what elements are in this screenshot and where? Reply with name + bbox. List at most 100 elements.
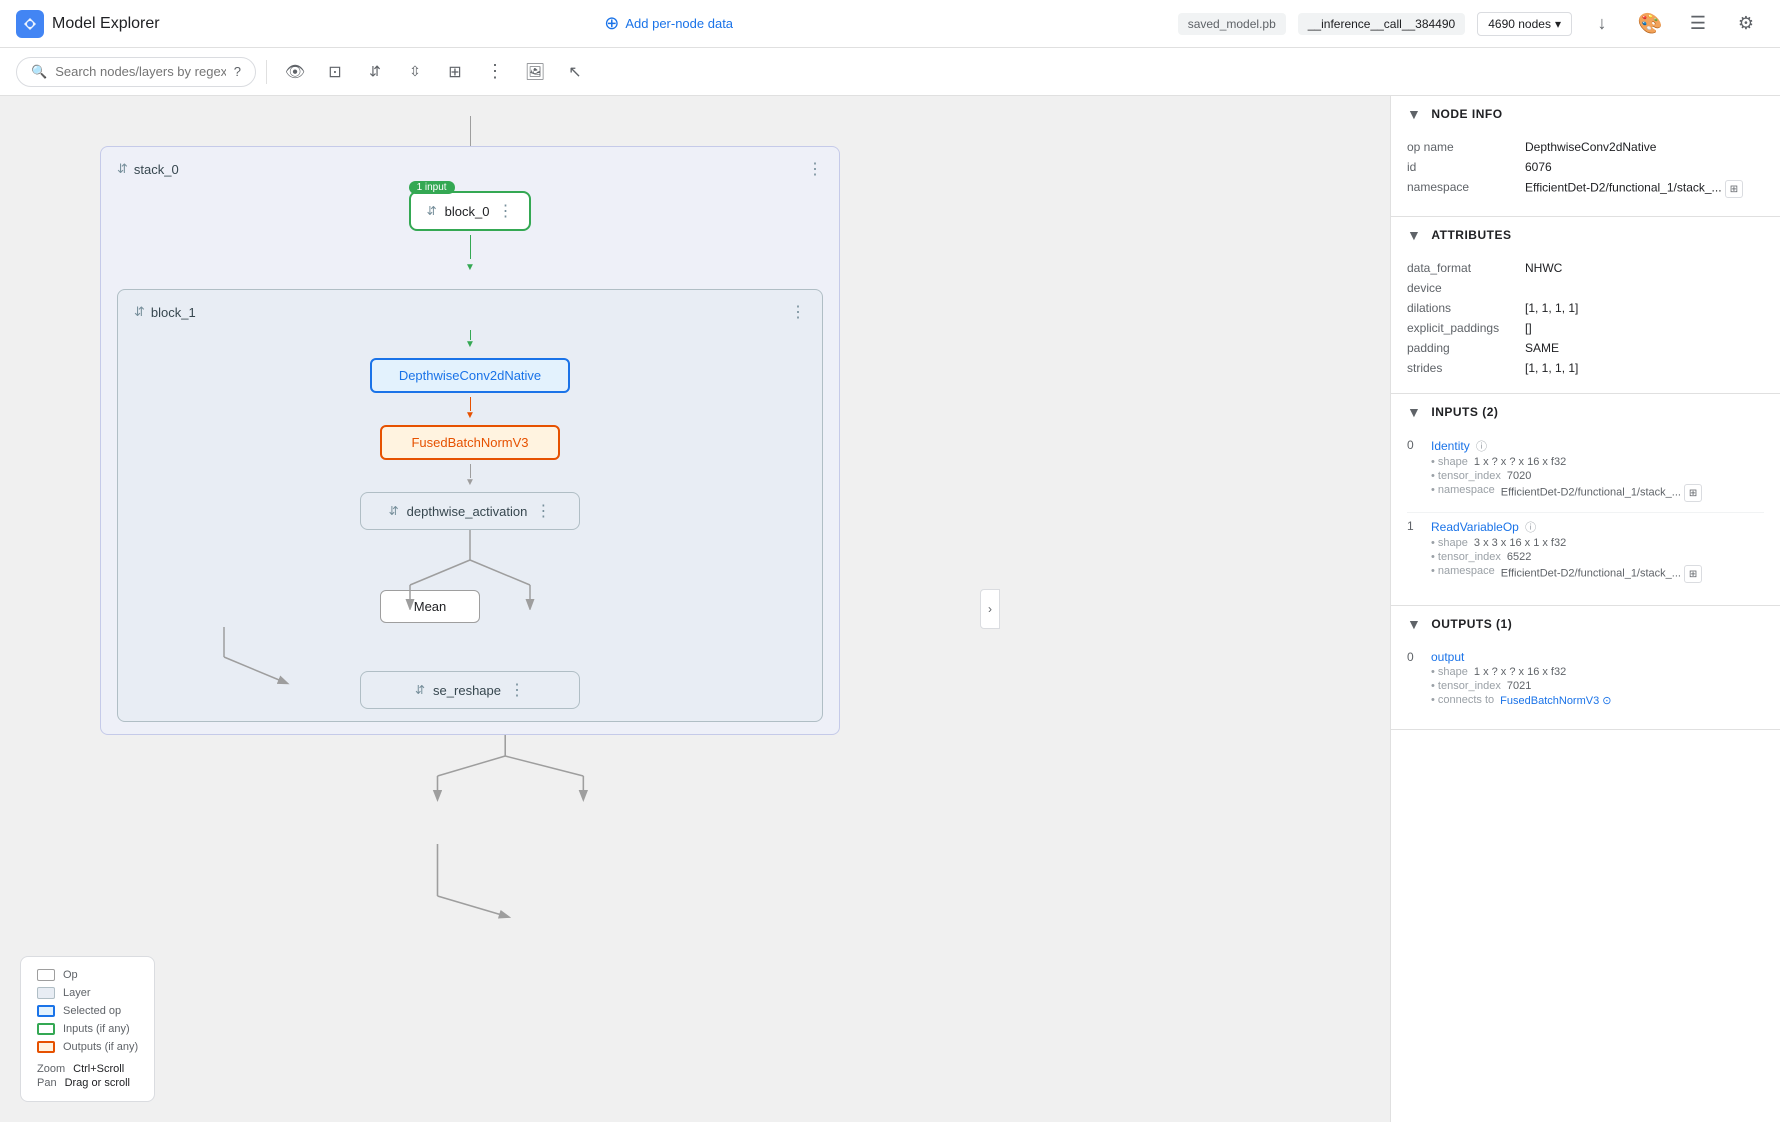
se-reshape-more-icon[interactable]: ⋮ bbox=[509, 680, 525, 700]
attribute-row: explicit_paddings[] bbox=[1407, 321, 1764, 335]
attribute-row: device bbox=[1407, 281, 1764, 295]
node-info-section: ▼ NODE INFO op name DepthwiseConv2dNativ… bbox=[1391, 96, 1780, 217]
node-info-header[interactable]: ▼ NODE INFO bbox=[1391, 96, 1780, 132]
top-connector bbox=[100, 116, 840, 146]
settings-button[interactable]: ⚙ bbox=[1728, 6, 1764, 42]
output-tensor-label: • tensor_index bbox=[1431, 680, 1501, 692]
help-icon[interactable]: ? bbox=[234, 64, 241, 79]
layers-icon: ⊞ bbox=[448, 62, 461, 82]
inference-call-select[interactable]: __inference__call__384490 bbox=[1298, 13, 1465, 35]
inputs-header[interactable]: ▼ INPUTS (2) bbox=[1391, 394, 1780, 430]
output-connects-value[interactable]: FusedBatchNormV3 ⊙ bbox=[1500, 694, 1611, 707]
stack-0-container: ⇵ stack_0 ⋮ 1 input ⇵ block_0 ⋮ bbox=[100, 146, 840, 735]
outputs-header[interactable]: ▼ OUTPUTS (1) bbox=[1391, 606, 1780, 642]
search-icon: 🔍 bbox=[31, 64, 47, 80]
stack-0-expand-icon[interactable]: ⇵ bbox=[117, 161, 128, 177]
attributes-body: data_formatNHWCdevicedilations[1, 1, 1, … bbox=[1391, 253, 1780, 393]
inference-call-label: __inference__call__384490 bbox=[1308, 17, 1455, 31]
attributes-chevron: ▼ bbox=[1407, 227, 1421, 243]
output-shape-row: • shape 1 x ? x ? x 16 x f32 bbox=[1431, 666, 1764, 678]
inputs-title: INPUTS (2) bbox=[1431, 405, 1498, 419]
attribute-row: data_formatNHWC bbox=[1407, 261, 1764, 275]
input-ns-expand-btn[interactable]: ⊞ bbox=[1684, 565, 1702, 583]
op-name-row: op name DepthwiseConv2dNative bbox=[1407, 140, 1764, 154]
legend-layer-label: Layer bbox=[63, 987, 91, 999]
legend-inputs: Inputs (if any) bbox=[37, 1023, 138, 1035]
outputs-chevron: ▼ bbox=[1407, 616, 1421, 632]
attr-value: [] bbox=[1525, 321, 1532, 335]
list-button[interactable]: ☰ bbox=[1680, 6, 1716, 42]
visibility-toggle[interactable]: 👁 bbox=[277, 54, 313, 90]
input-index-row: 0 Identity ⓘ bbox=[1407, 438, 1764, 454]
namespace-value: EfficientDet-D2/functional_1/stack_... ⊞ bbox=[1525, 180, 1743, 198]
zoom-row: Zoom Ctrl+Scroll bbox=[37, 1063, 138, 1075]
header: Model Explorer ⊕ Add per-node data saved… bbox=[0, 0, 1780, 48]
align-button[interactable]: ⋮ bbox=[477, 54, 513, 90]
frame-button[interactable]: ⊡ bbox=[317, 54, 353, 90]
image-button[interactable]: 🖼 bbox=[517, 54, 553, 90]
align-icon: ⋮ bbox=[486, 61, 504, 82]
panel-toggle-button[interactable]: › bbox=[980, 589, 1000, 629]
node-info-chevron: ▼ bbox=[1407, 106, 1421, 122]
collapse-all-button[interactable]: ⇳ bbox=[397, 54, 433, 90]
toolbar: 🔍 ? 👁 ⊡ ⇵ ⇳ ⊞ ⋮ 🖼 ↖ bbox=[0, 48, 1780, 96]
output-connects-label: • connects to bbox=[1431, 694, 1494, 707]
id-row: id 6076 bbox=[1407, 160, 1764, 174]
fused-batch-norm-node[interactable]: FusedBatchNormV3 bbox=[380, 425, 560, 460]
output-name-link[interactable]: output bbox=[1431, 650, 1464, 664]
input-shape-value: 1 x ? x ? x 16 x f32 bbox=[1474, 456, 1566, 468]
cursor-button[interactable]: ↖ bbox=[557, 54, 593, 90]
attr-value: [1, 1, 1, 1] bbox=[1525, 301, 1578, 315]
depthwise-act-label: depthwise_activation bbox=[407, 504, 528, 519]
info-circle-icon: ⓘ bbox=[1476, 441, 1487, 453]
input-name-link[interactable]: ReadVariableOp ⓘ bbox=[1431, 519, 1536, 535]
block-1-more-icon[interactable]: ⋮ bbox=[790, 302, 806, 322]
namespace-expand-btn[interactable]: ⊞ bbox=[1725, 180, 1743, 198]
fork-arrows bbox=[134, 530, 806, 610]
block-0-more-icon[interactable]: ⋮ bbox=[497, 201, 513, 221]
depthwise-activation-node[interactable]: ⇵ depthwise_activation ⋮ bbox=[360, 492, 580, 530]
attr-label: strides bbox=[1407, 361, 1517, 375]
block-0-node[interactable]: ⇵ block_0 ⋮ bbox=[409, 191, 532, 231]
input-name-link[interactable]: Identity ⓘ bbox=[1431, 438, 1487, 454]
input-ns-row: • namespace EfficientDet-D2/functional_1… bbox=[1431, 565, 1764, 583]
palette-button[interactable]: 🎨 bbox=[1632, 6, 1668, 42]
attributes-section: ▼ ATTRIBUTES data_formatNHWCdevicedilati… bbox=[1391, 217, 1780, 394]
stack-0-header: ⇵ stack_0 ⋮ bbox=[117, 159, 823, 179]
layers-button[interactable]: ⊞ bbox=[437, 54, 473, 90]
search-input[interactable] bbox=[55, 64, 226, 79]
input-ns-expand-btn[interactable]: ⊞ bbox=[1684, 484, 1702, 502]
arrow-fused-to-act: ▼ bbox=[134, 464, 806, 488]
search-box[interactable]: 🔍 ? bbox=[16, 57, 256, 87]
pan-val: Drag or scroll bbox=[65, 1077, 130, 1089]
fused-norm-wrapper: FusedBatchNormV3 bbox=[134, 425, 806, 460]
stack-0-more-icon[interactable]: ⋮ bbox=[807, 159, 823, 179]
block-1-expand-icon[interactable]: ⇵ bbox=[134, 304, 145, 320]
outputs-section: ▼ OUTPUTS (1) 0 output • shape 1 x ? x ?… bbox=[1391, 606, 1780, 730]
app-logo: Model Explorer bbox=[16, 10, 160, 38]
header-right: saved_model.pb __inference__call__384490… bbox=[1178, 6, 1764, 42]
depthwise-conv-node[interactable]: DepthwiseConv2dNative bbox=[370, 358, 570, 393]
download-button[interactable]: ↓ bbox=[1584, 6, 1620, 42]
expand-all-button[interactable]: ⇵ bbox=[357, 54, 393, 90]
output-connects-row: • connects to FusedBatchNormV3 ⊙ bbox=[1431, 694, 1764, 707]
outputs-body: 0 output • shape 1 x ? x ? x 16 x f32 • … bbox=[1391, 642, 1780, 729]
legend-footer: Zoom Ctrl+Scroll Pan Drag or scroll bbox=[37, 1063, 138, 1089]
se-reshape-node[interactable]: ⇵ se_reshape ⋮ bbox=[360, 671, 580, 709]
depthwise-act-more-icon[interactable]: ⋮ bbox=[535, 501, 551, 521]
inputs-body: 0 Identity ⓘ • shape 1 x ? x ? x 16 x f3… bbox=[1391, 430, 1780, 605]
image-icon: 🖼 bbox=[525, 62, 545, 82]
attr-value: SAME bbox=[1525, 341, 1559, 355]
nodes-count-badge: 4690 nodes ▾ bbox=[1477, 12, 1572, 36]
graph-canvas[interactable]: ⇵ stack_0 ⋮ 1 input ⇵ block_0 ⋮ bbox=[0, 96, 1390, 1122]
id-label: id bbox=[1407, 160, 1517, 174]
input-sub-props: • shape 3 x 3 x 16 x 1 x f32 • tensor_in… bbox=[1431, 537, 1764, 583]
attributes-header[interactable]: ▼ ATTRIBUTES bbox=[1391, 217, 1780, 253]
eye-icon: 👁 bbox=[285, 62, 305, 82]
app-title: Model Explorer bbox=[52, 15, 160, 33]
input-ns-value: EfficientDet-D2/functional_1/stack_... ⊞ bbox=[1501, 565, 1702, 583]
depthwise-conv-label: DepthwiseConv2dNative bbox=[399, 368, 541, 383]
graph-content: ⇵ stack_0 ⋮ 1 input ⇵ block_0 ⋮ bbox=[80, 96, 860, 755]
block-1-container: ⇵ block_1 ⋮ ▼ DepthwiseConv2dNative bbox=[117, 289, 823, 722]
add-per-node-data-button[interactable]: ⊕ Add per-node data bbox=[604, 13, 733, 34]
